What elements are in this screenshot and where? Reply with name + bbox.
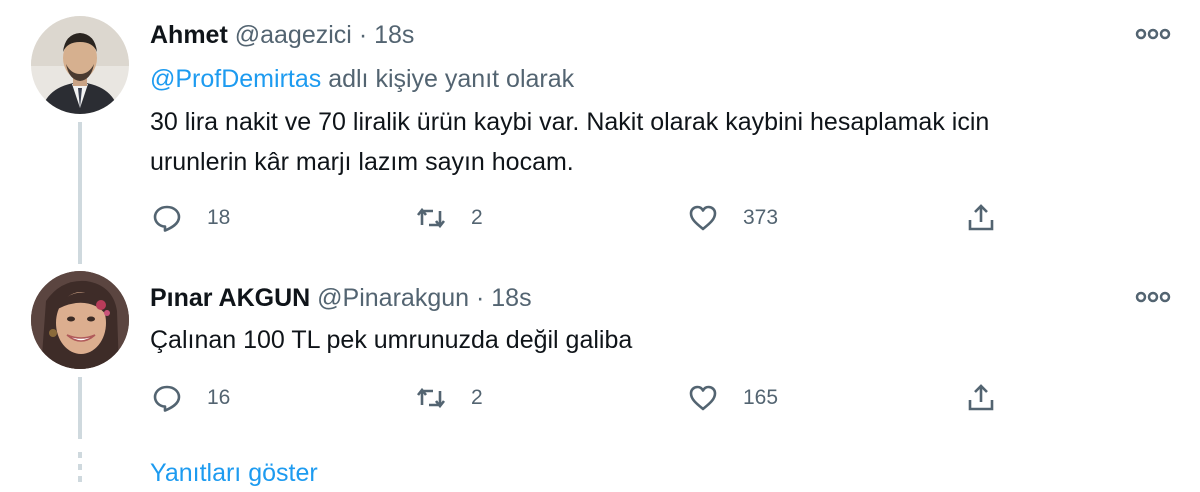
retweet-count: 2 (471, 206, 483, 229)
tweet-text: Çalınan 100 TL pek umrunuzda değil galib… (150, 320, 1170, 360)
show-replies-link[interactable]: Yanıtları göster (150, 458, 318, 488)
retweet-button[interactable]: 2 (416, 378, 483, 418)
retweet-button[interactable]: 2 (416, 198, 483, 238)
user-handle[interactable]: @aagezici (235, 21, 352, 49)
like-count: 373 (743, 206, 779, 229)
tweet-header: Ahmet @aagezici · 18s (150, 20, 414, 50)
like-button[interactable]: 373 (688, 198, 778, 238)
like-button[interactable]: 165 (688, 378, 778, 418)
speech-bubble-icon (153, 385, 181, 412)
tweet-text: 30 lira nakit ve 70 liralik ürün kaybi v… (150, 102, 1170, 182)
avatar[interactable] (31, 271, 129, 369)
thread-line (78, 377, 82, 439)
more-options-button[interactable] (1133, 287, 1173, 307)
user-handle[interactable]: @Pinarakgun (317, 284, 469, 312)
tweet-text-line: 30 lira nakit ve 70 liralik ürün kaybi v… (150, 108, 990, 136)
tweet-text-line: urunlerin kâr marjı lazım sayın hocam. (150, 148, 574, 176)
display-name[interactable]: Pınar AKGUN (150, 284, 310, 312)
more-options-button[interactable] (1133, 24, 1173, 44)
reply-mention-link[interactable]: @ProfDemirtas (150, 65, 321, 93)
reply-context-suffix: adlı kişiye yanıt olarak (321, 65, 575, 93)
separator-dot: · (358, 21, 368, 49)
reply-context: @ProfDemirtas adlı kişiye yanıt olarak (150, 64, 574, 94)
tweet-pinar[interactable]: Pınar AKGUN @Pinarakgun · 18s Çalınan 10… (0, 265, 1200, 445)
man-portrait-avatar (31, 16, 129, 114)
display-name[interactable]: Ahmet (150, 21, 228, 49)
thread-line (78, 122, 82, 264)
thread-dotted-line (78, 450, 82, 487)
reply-count: 16 (207, 386, 231, 409)
share-upload-icon (968, 204, 994, 231)
separator-dot: · (475, 284, 485, 312)
reply-button[interactable]: 18 (152, 198, 230, 238)
three-dots-icon (1135, 291, 1171, 303)
speech-bubble-icon (153, 205, 181, 232)
share-upload-icon (968, 384, 994, 411)
tweet-header: Pınar AKGUN @Pinarakgun · 18s (150, 283, 532, 313)
heart-icon (689, 205, 717, 231)
heart-icon (689, 385, 717, 411)
avatar[interactable] (31, 16, 129, 114)
timestamp[interactable]: 18s (491, 284, 531, 312)
tweet-ahmet[interactable]: Ahmet @aagezici · 18s @ProfDemirtas adlı… (0, 0, 1200, 265)
share-button[interactable] (966, 378, 1021, 418)
reply-count: 18 (207, 206, 231, 229)
reply-button[interactable]: 16 (152, 378, 230, 418)
tweet-text-line: Çalınan 100 TL pek umrunuzda değil galib… (150, 326, 633, 354)
like-count: 165 (743, 386, 779, 409)
retweet-count: 2 (471, 386, 483, 409)
three-dots-icon (1135, 28, 1171, 40)
share-button[interactable] (966, 198, 1021, 238)
woman-portrait-avatar (31, 271, 129, 369)
retweet-arrows-icon (416, 207, 446, 229)
retweet-arrows-icon (416, 387, 446, 409)
timestamp[interactable]: 18s (374, 21, 414, 49)
